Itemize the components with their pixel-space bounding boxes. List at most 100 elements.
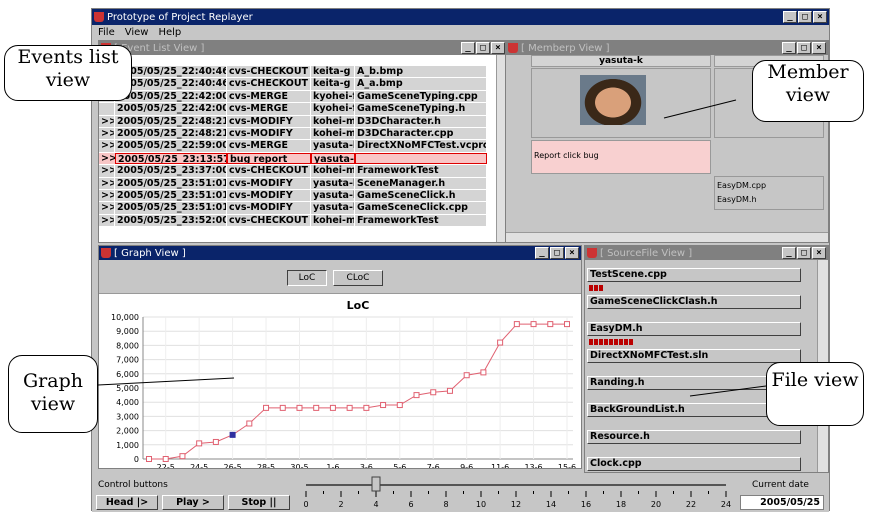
event-row[interactable]: >>2005/05/25_23:51:01cvs-MODIFYyasuta-kG… [99,189,497,203]
event-user: kohei-m [311,165,355,177]
event-type: bug report [227,152,311,165]
event-mark: >> [99,127,115,140]
event-user: keita-g [311,78,355,90]
event-mark: >> [99,202,115,214]
source-title: [ SourceFile View ] [600,247,693,259]
loc-toggle[interactable]: LoC [287,270,327,286]
event-time: 2005/05/25_23:13:57 [115,152,227,165]
event-time: 2005/05/25_22:59:00 [115,140,227,152]
menu-help[interactable]: Help [158,27,181,38]
slider-tick-label: 2 [338,500,343,509]
event-type: cvs-MODIFY [227,189,311,202]
maximize-button[interactable]: □ [797,247,811,259]
control-panel: Control buttons Head |> Play > Stop || 0… [92,476,829,512]
event-user: kyohei-f [311,103,355,115]
event-user: yasuta-k [311,189,355,202]
minimize-button[interactable]: _ [782,42,796,54]
minimize-button[interactable]: _ [461,42,475,54]
event-row[interactable]: 2005/05/25_22:40:46 cvs-CHECKOUT keita-g A_… [99,66,497,79]
x-tick-label: 5-6 [393,463,406,469]
event-row[interactable]: >>2005/05/25_22:59:00cvs-MERGEyasuta-kDi… [99,140,497,153]
x-tick-label: 9-6 [460,463,473,469]
data-point [530,321,537,328]
event-row[interactable]: >>2005/05/25_23:13:57bug reportyasuta-k [99,152,497,166]
graph-title: [ Graph View ] [114,247,186,259]
close-button[interactable]: × [813,11,827,23]
event-mark: >> [99,177,115,189]
event-row[interactable]: >>2005/05/25_23:51:01cvs-MODIFYyasuta-kS… [99,177,497,190]
menu-view[interactable]: View [125,27,149,38]
event-mark: >> [99,165,115,177]
data-point [547,321,554,328]
event-row[interactable]: >>2005/05/25_22:48:21cvs-MODIFYkohei-mD3… [99,127,497,141]
stop-button[interactable]: Stop || [228,495,290,510]
x-tick-label: 24-5 [190,463,208,469]
minimize-button[interactable]: _ [782,247,796,259]
member-note: Report click bug [531,140,711,174]
maximize-button[interactable]: □ [798,11,812,23]
x-tick-label: 28-5 [257,463,275,469]
slider-knob[interactable] [371,476,381,492]
close-button[interactable]: × [491,42,505,54]
data-point [246,420,253,427]
callout-events-text: Events list view [17,46,119,91]
data-point [396,402,403,409]
source-file-item[interactable]: Resource.h [587,430,801,444]
close-button[interactable]: × [565,247,579,259]
minimize-button[interactable]: _ [783,11,797,23]
member-hscrollbar[interactable] [506,232,828,242]
y-tick-label: 10,000 [111,313,139,322]
main-title-bar: Prototype of Project Replayer _ □ × [92,9,829,25]
event-file: GameSceneClick.cpp [355,202,487,214]
maximize-button[interactable]: □ [476,42,490,54]
source-file-item[interactable]: GameSceneClickClash.h [587,295,801,309]
menu-file[interactable]: File [98,27,115,38]
y-tick-label: 6,000 [116,370,139,379]
event-row[interactable]: >>2005/05/25_23:51:01cvs-MODIFYyasuta-kG… [99,202,497,215]
event-time: 2005/05/25_22:42:00 [115,103,227,115]
close-button[interactable]: × [812,247,826,259]
slider-tick-label: 16 [581,500,591,509]
data-point [329,404,336,411]
event-row[interactable]: >>2005/05/25_23:52:00cvs-CHECKOUTkohei-m… [99,214,497,228]
play-button[interactable]: Play > [162,495,224,510]
event-file: DirectXNoMFCTest.vcproj [355,140,487,152]
y-tick-label: 2,000 [116,427,139,436]
event-file: D3DCharacter.h [355,115,487,127]
event-mark [99,103,115,115]
source-file-item[interactable]: DirectXNoMFCTest.sln [587,349,801,363]
event-row[interactable]: >>2005/05/25_22:48:21cvs-MODIFYkohei-mD3… [99,115,497,128]
source-file-item[interactable]: TestScene.cpp [587,268,801,282]
event-mark: >> [99,152,115,165]
event-row[interactable]: 2005/05/25_22:42:00 cvs-MERGE kyohei-f Game… [99,90,497,104]
maximize-button[interactable]: □ [797,42,811,54]
event-row[interactable]: 2005/05/25_22:40:46 cvs-CHECKOUT keita-g A_… [99,78,497,91]
source-file-item[interactable]: Clock.cpp [587,457,801,471]
slider-tick-label: 12 [511,500,521,509]
slider-tick-label: 24 [721,500,731,509]
x-tick-label: 11-6 [491,463,509,469]
member-photo [580,75,646,125]
minimize-button[interactable]: _ [535,247,549,259]
maximize-button[interactable]: □ [550,247,564,259]
event-row[interactable]: 2005/05/25_22:42:00 cvs-MERGE kyohei-f Game… [99,103,497,116]
event-row[interactable]: >>2005/05/25_23:37:00cvs-CHECKOUTkohei-m… [99,165,497,178]
event-type: cvs-MERGE [227,90,311,103]
source-file-item[interactable]: EasyDM.h [587,322,801,336]
event-user: kohei-m [311,214,355,227]
y-tick-label: 4,000 [116,398,139,407]
data-point [212,438,219,445]
time-slider[interactable]: 0 2 4 6 8 10 12 14 16 18 20 22 24 [296,476,736,512]
close-button[interactable]: × [812,42,826,54]
event-type: cvs-MODIFY [227,177,311,189]
head-button[interactable]: Head |> [96,495,158,510]
data-point [564,321,570,328]
slider-tick-label: 4 [373,500,378,509]
x-tick-label: 3-6 [360,463,373,469]
cloc-toggle[interactable]: CLoC [333,270,383,286]
event-time: 2005/05/25_23:51:01 [115,189,227,202]
java-cup-icon [101,248,111,258]
data-point [346,404,353,411]
event-time: 2005/05/25_22:42:00 [115,90,227,103]
y-tick-label: 8,000 [116,341,139,350]
